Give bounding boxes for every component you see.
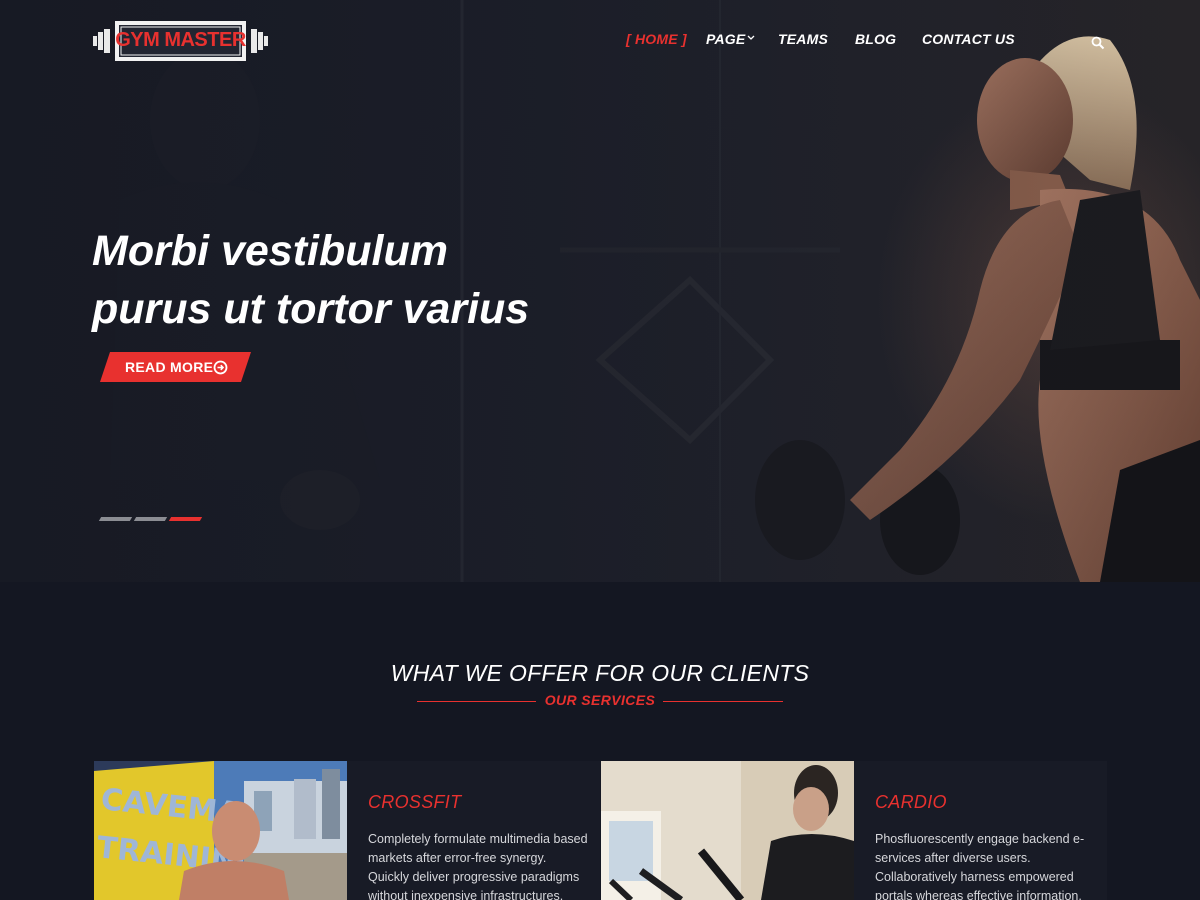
nav-item-blog[interactable]: BLOG: [855, 31, 896, 47]
read-more-label: READ MORE: [125, 359, 214, 375]
chevron-down-icon[interactable]: [747, 34, 755, 42]
service-card-cardio[interactable]: CARDIO Phosfluorescently engage backend …: [601, 761, 1107, 900]
nav-item-teams[interactable]: TEAMS: [778, 31, 828, 47]
arrow-circle-right-icon: [213, 360, 228, 375]
divider-right: [663, 701, 783, 702]
cardio-description: Phosfluorescently engage backend e-servi…: [875, 832, 1085, 900]
services-subheading-row: OUR SERVICES: [0, 692, 1200, 712]
services-subheading: OUR SERVICES: [544, 692, 656, 708]
slider-pagination: [98, 517, 208, 521]
nav-item-contact-us[interactable]: CONTACT US: [922, 31, 1015, 47]
hero-title-line-2: purus ut tortor varius: [92, 285, 530, 333]
hero-title-line-1: Morbi vestibulum: [92, 227, 448, 275]
crossfit-photo: CAVEMAN TRAINING: [94, 761, 347, 900]
slide-dot-1[interactable]: [98, 517, 133, 521]
read-more-button[interactable]: READ MORE: [100, 352, 251, 382]
services-heading: WHAT WE OFFER FOR OUR CLIENTS: [390, 660, 810, 686]
slide-dot-2[interactable]: [133, 517, 168, 521]
nav-item-page[interactable]: PAGE: [706, 31, 745, 47]
hero-title: Morbi vestibulum purus ut tortor varius: [92, 222, 612, 338]
slide-dot-3[interactable]: [168, 517, 203, 521]
nav-item-home[interactable]: [ HOME ]: [626, 31, 687, 47]
search-icon[interactable]: [1091, 36, 1105, 50]
main-navigation: [ HOME ] PAGE TEAMS BLOG CONTACT US: [0, 31, 1200, 53]
crossfit-description: Completely formulate multimedia based ma…: [368, 832, 588, 900]
service-card-crossfit[interactable]: CAVEMAN TRAINING CROSSFIT Completely for…: [94, 761, 600, 900]
crossfit-title[interactable]: CROSSFIT: [368, 792, 461, 813]
cardio-title[interactable]: CARDIO: [875, 792, 947, 813]
cardio-photo: [601, 761, 854, 900]
